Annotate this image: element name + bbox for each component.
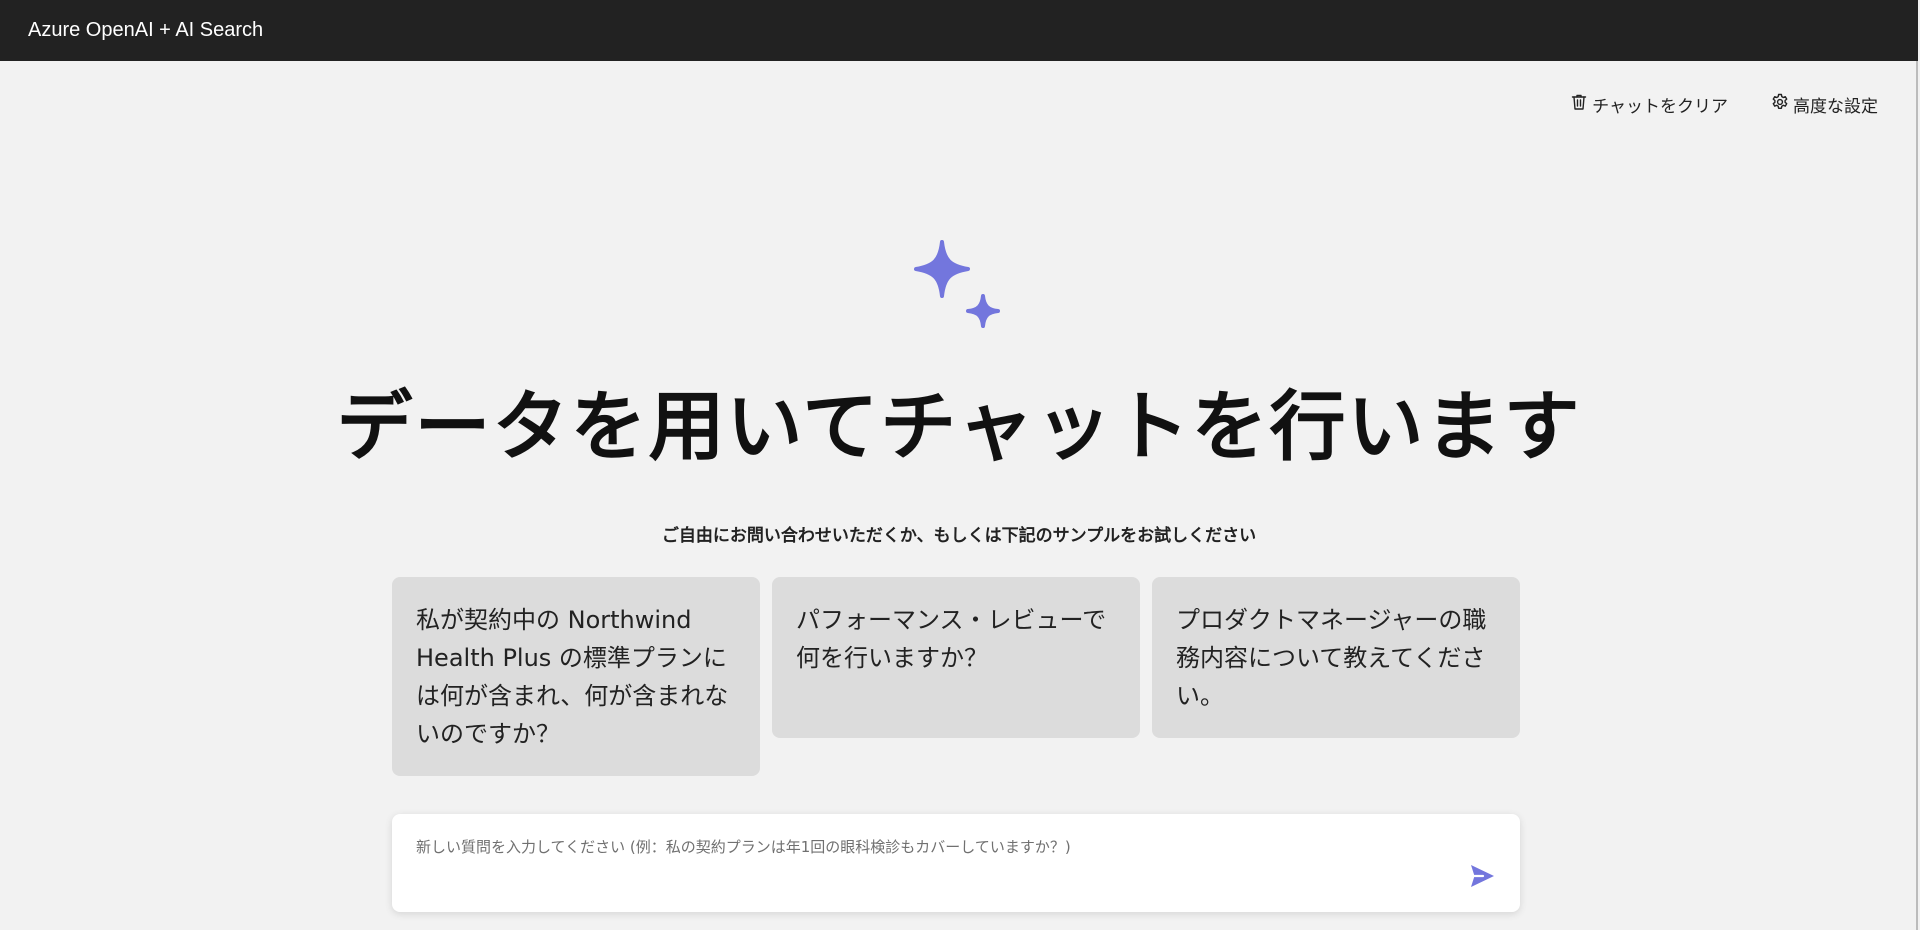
send-icon xyxy=(1466,865,1498,895)
page-title: データを用いてチャットを行います xyxy=(336,382,1582,471)
question-input[interactable] xyxy=(414,834,1418,898)
page-subtitle: ご自由にお問い合わせいただくか、もしくは下記のサンプルをお試しください xyxy=(661,526,1257,546)
advanced-settings-button[interactable]: 高度な設定 xyxy=(1770,92,1878,117)
clear-chat-label: チャットをクリア xyxy=(1592,97,1728,117)
example-question-card[interactable]: パフォーマンス・レビューで何を行いますか？ xyxy=(772,577,1140,738)
example-question-card[interactable]: プロダクトマネージャーの職務内容について教えてください。 xyxy=(1152,577,1520,738)
clear-chat-button[interactable]: チャットをクリア xyxy=(1569,92,1728,117)
advanced-settings-label: 高度な設定 xyxy=(1793,97,1878,117)
gear-icon xyxy=(1770,92,1790,117)
app-header: Azure OpenAI + AI Search xyxy=(0,0,1918,61)
question-input-box xyxy=(392,814,1520,912)
sparkle-icon xyxy=(906,240,1006,340)
app-title[interactable]: Azure OpenAI + AI Search xyxy=(28,19,263,42)
trash-icon xyxy=(1569,92,1589,117)
chat-toolbar: チャットをクリア 高度な設定 xyxy=(1569,92,1878,117)
example-questions: 私が契約中の Northwind Health Plus の標準プランには何が含… xyxy=(392,577,1520,776)
app-window: Azure OpenAI + AI Search チャットをクリア 高度な設定 … xyxy=(0,0,1918,930)
send-button[interactable] xyxy=(1466,860,1498,892)
example-question-card[interactable]: 私が契約中の Northwind Health Plus の標準プランには何が含… xyxy=(392,577,760,776)
